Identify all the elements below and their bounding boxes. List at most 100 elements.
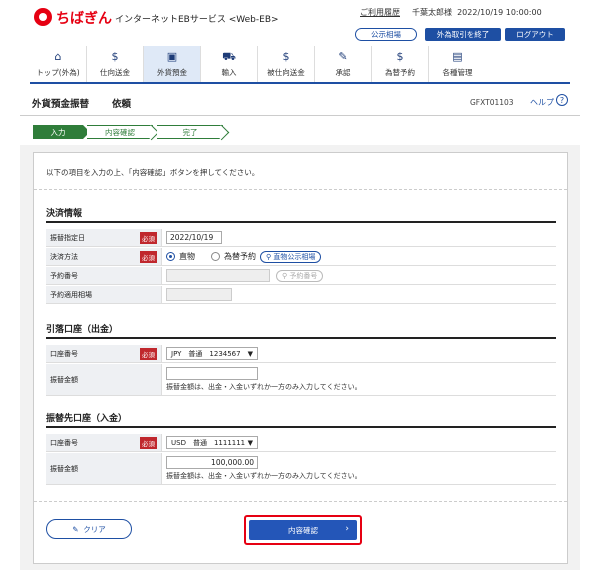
brand-name: ちばぎん (56, 11, 112, 27)
top-links: ご利用履歴 千葉太郎様 2022/10/19 10:00:00 (360, 7, 542, 18)
screen-code: GFXT01103 (470, 98, 514, 107)
main-nav: ⌂ トップ(外為) $ 仕向送金 ▣ 外貨預金 ⛟ 輸入 $ 被仕向送金 ✎ 承認 $ 為替予… (30, 46, 570, 84)
debit-amount-note: 振替金額は、出金・入金いずれか一方のみ入力してください。 (166, 383, 362, 391)
header: ちばぎん インターネットEBサービス <Web-EB> ご利用履歴 千葉太郎様 2… (0, 0, 600, 45)
nav-label: トップ(外為) (36, 67, 80, 77)
section-rule (46, 426, 556, 428)
credit-amount-note: 振替金額は、出金・入金いずれか一方のみ入力してください。 (166, 472, 362, 480)
credit-account-label: 口座番号 (50, 438, 78, 447)
fx-contract-icon: $ (396, 50, 404, 63)
search-icon: ⚲ (282, 271, 290, 280)
nav-approval[interactable]: ✎ 承認 (315, 46, 372, 82)
divider (34, 189, 567, 190)
transfer-date-label: 振替指定日 (50, 233, 85, 242)
settlement-heading: 決済情報 (46, 209, 83, 219)
money-receive-icon: $ (282, 50, 290, 63)
transfer-date-row: 振替指定日 必須 2022/10/19 (46, 229, 556, 247)
page-title: 外貨預金振替 (32, 99, 90, 110)
nav-outward-remittance[interactable]: $ 仕向送金 (87, 46, 144, 82)
required-badge: 必須 (140, 250, 157, 263)
chevron-down-icon: ▼ (247, 349, 253, 358)
chevron-right-icon: › (345, 524, 349, 534)
contract-rate-input (166, 288, 232, 301)
contract-option-label: 為替予約 (224, 252, 256, 261)
step-confirm: 内容確認 (87, 125, 153, 139)
settlement-method-row: 決済方法 必須 直物 為替予約 ⚲ 直物公示相場 (46, 248, 556, 266)
search-icon: ⚲ (266, 252, 274, 261)
service-name: インターネットEBサービス <Web-EB> (115, 15, 279, 25)
spot-radio[interactable] (166, 252, 175, 261)
instruction-text: 以下の項目を入力の上、「内容確認」ボタンを押してください。 (46, 168, 260, 177)
nav-inward-remittance[interactable]: $ 被仕向送金 (258, 46, 315, 82)
nav-fx-contract[interactable]: $ 為替予約 (372, 46, 429, 82)
step-complete: 完了 (157, 125, 223, 139)
contract-rate-label: 予約適用相場 (50, 290, 92, 299)
debit-amount-input[interactable] (166, 367, 258, 380)
credit-amount-input[interactable]: 100,000.00 (166, 456, 258, 469)
deposit-icon: ▣ (166, 50, 178, 63)
home-icon: ⌂ (54, 50, 62, 63)
nav-top[interactable]: ⌂ トップ(外為) (30, 46, 87, 82)
debit-amount-row: 振替金額 振替金額は、出金・入金いずれか一方のみ入力してください。 (46, 364, 556, 396)
nav-admin[interactable]: ▤ 各種管理 (429, 46, 486, 82)
chevron-down-icon: ▼ (247, 438, 253, 447)
nav-label: 承認 (335, 67, 351, 77)
debit-account-row: 口座番号 必須 JPY 普通 1234567 ▼ (46, 345, 556, 363)
nav-label: 外貨預金 (157, 67, 187, 77)
credit-heading: 振替先口座（入金） (46, 414, 128, 424)
section-rule (46, 221, 556, 223)
help-icon[interactable]: ? (556, 94, 568, 106)
nav-label: 各種管理 (442, 67, 473, 77)
nav-label: 輸入 (221, 67, 237, 77)
usage-history-link[interactable]: ご利用履歴 (360, 8, 400, 17)
approve-icon: ✎ (338, 50, 348, 63)
nav-import[interactable]: ⛟ 輸入 (201, 46, 258, 82)
end-fx-button[interactable]: 外為取引を終了 (425, 28, 501, 41)
contract-number-input (166, 269, 270, 282)
logout-button[interactable]: ログアウト (505, 28, 565, 41)
transfer-date-input[interactable]: 2022/10/19 (166, 231, 222, 244)
divider (20, 115, 580, 116)
credit-amount-label: 振替金額 (50, 464, 78, 473)
required-badge: 必須 (140, 231, 157, 244)
confirm-button[interactable]: 内容確認 › (249, 520, 357, 540)
admin-icon: ▤ (452, 50, 463, 63)
nav-fx-deposit[interactable]: ▣ 外貨預金 (144, 46, 201, 82)
nav-label: 被仕向送金 (267, 67, 305, 77)
bank-logo-icon (34, 8, 52, 26)
contract-number-row: 予約番号 ⚲ 予約番号 (46, 267, 556, 285)
contract-number-label: 予約番号 (50, 271, 78, 280)
settlement-method-label: 決済方法 (50, 252, 78, 261)
user-name: 千葉太郎様 (412, 8, 452, 17)
import-icon: ⛟ (222, 50, 236, 63)
spot-label: 直物 (179, 252, 195, 261)
debit-amount-label: 振替金額 (50, 375, 78, 384)
step-indicator: 入力 内容確認 完了 (33, 125, 227, 139)
debit-account-label: 口座番号 (50, 349, 78, 358)
nav-label: 仕向送金 (100, 67, 130, 77)
section-rule (46, 337, 556, 339)
required-badge: 必須 (140, 347, 157, 360)
contract-search-button: ⚲ 予約番号 (276, 269, 324, 282)
credit-account-row: 口座番号 必須 USD 普通 1111111 ▼ (46, 434, 556, 452)
spot-rate-button[interactable]: ⚲ 直物公示相場 (260, 250, 322, 263)
contract-rate-row: 予約適用相場 (46, 286, 556, 304)
form-panel: 以下の項目を入力の上、「内容確認」ボタンを押してください。 決済情報 振替指定日… (33, 152, 568, 564)
page-subtitle: 依頼 (112, 99, 132, 110)
required-badge: 必須 (140, 436, 157, 449)
contract-radio[interactable] (211, 252, 220, 261)
money-send-icon: $ (111, 50, 119, 63)
clear-button[interactable]: ✎ クリア (46, 519, 132, 539)
public-rates-button[interactable]: 公示相場 (355, 28, 417, 41)
nav-label: 為替予約 (385, 67, 415, 77)
debit-heading: 引落口座（出金） (46, 325, 119, 335)
credit-account-select[interactable]: USD 普通 1111111 ▼ (166, 436, 258, 449)
login-datetime: 2022/10/19 10:00:00 (457, 8, 542, 17)
debit-account-select[interactable]: JPY 普通 1234567 ▼ (166, 347, 258, 360)
eraser-icon: ✎ (72, 524, 84, 534)
credit-amount-row: 振替金額 100,000.00 振替金額は、出金・入金いずれか一方のみ入力してく… (46, 453, 556, 485)
divider (34, 501, 567, 502)
help-link[interactable]: ヘルプ (530, 97, 554, 108)
step-input: 入力 (33, 125, 90, 139)
confirm-highlight: 内容確認 › (244, 515, 362, 545)
